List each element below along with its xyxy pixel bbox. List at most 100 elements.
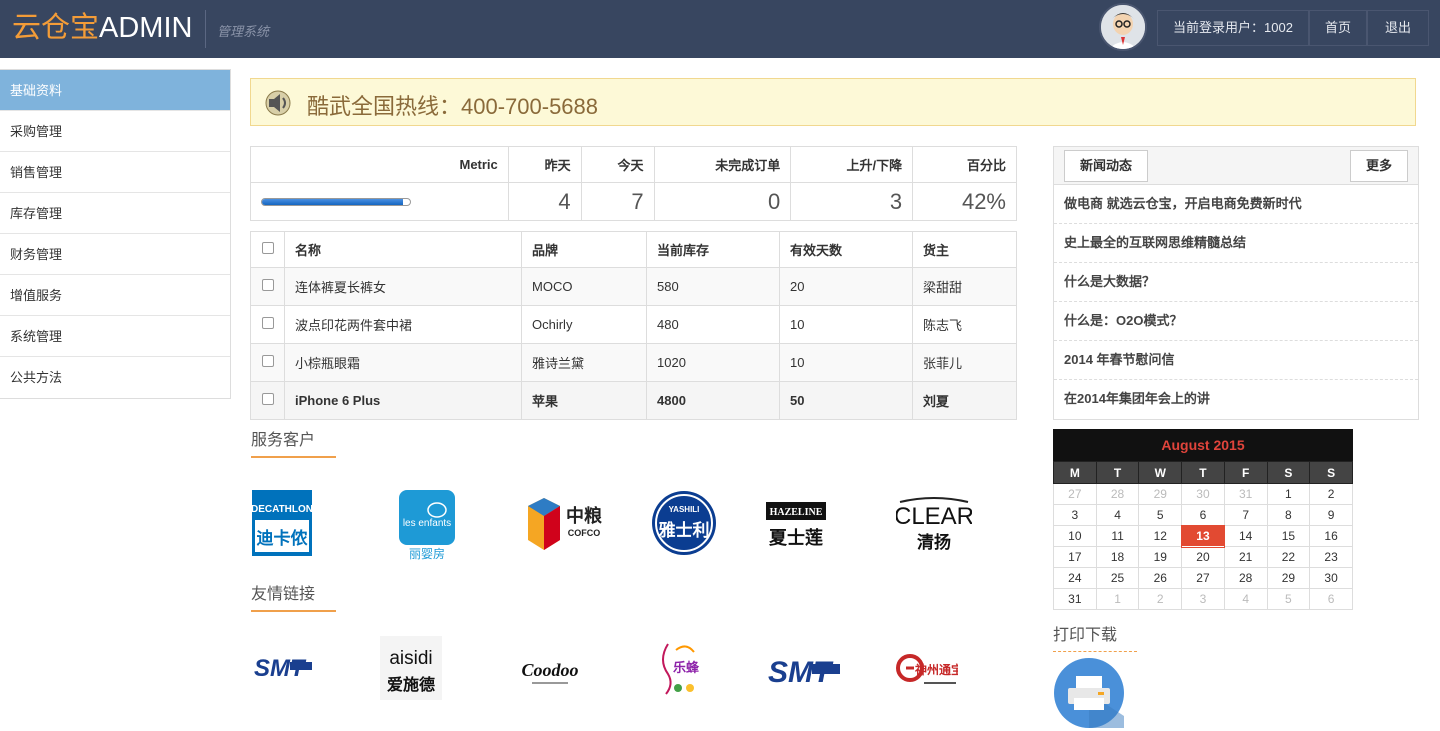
smt-logo-2[interactable]: SMT bbox=[766, 646, 842, 692]
lesenfants-logo[interactable]: les enfants 丽婴房 bbox=[399, 490, 455, 560]
calendar-day[interactable]: 21 bbox=[1223, 546, 1268, 568]
calendar-day[interactable]: 3 bbox=[1181, 588, 1225, 610]
calendar-day[interactable]: 5 bbox=[1266, 588, 1311, 610]
calendar-day[interactable]: 24 bbox=[1053, 567, 1097, 589]
calendar-day[interactable]: 11 bbox=[1095, 525, 1140, 547]
calendar-day[interactable]: 18 bbox=[1095, 546, 1140, 568]
calendar-day[interactable]: 31 bbox=[1053, 588, 1097, 610]
calendar-day[interactable]: 30 bbox=[1309, 567, 1353, 589]
sidebar-item-system[interactable]: 系统管理 bbox=[0, 316, 230, 357]
calendar-day[interactable]: 1 bbox=[1095, 588, 1140, 610]
table-row[interactable]: 波点印花两件套中裙 Ochirly 480 10 陈志飞 bbox=[250, 305, 1017, 344]
sidebar-item-sales[interactable]: 销售管理 bbox=[0, 152, 230, 193]
calendar-day[interactable]: 3 bbox=[1053, 504, 1097, 526]
news-item[interactable]: 史上最全的互联网思维精髓总结 bbox=[1054, 224, 1418, 263]
logout-link[interactable]: 退出 bbox=[1367, 10, 1429, 46]
row-checkbox[interactable] bbox=[261, 355, 274, 367]
col-brand: 品牌 bbox=[521, 231, 647, 268]
row-checkbox[interactable] bbox=[261, 279, 274, 291]
calendar-day[interactable]: 23 bbox=[1309, 546, 1353, 568]
cell-owner: 陈志飞 bbox=[912, 305, 1017, 344]
avatar[interactable] bbox=[1099, 3, 1147, 51]
calendar-day[interactable]: 19 bbox=[1138, 546, 1183, 568]
calendar-day[interactable]: 30 bbox=[1181, 483, 1225, 505]
calendar-day[interactable]: 28 bbox=[1223, 567, 1268, 589]
calendar-day[interactable]: 7 bbox=[1223, 504, 1268, 526]
calendar-day[interactable]: 10 bbox=[1053, 525, 1097, 547]
calendar-title[interactable]: August 2015 bbox=[1053, 429, 1353, 461]
calendar-day[interactable]: 28 bbox=[1095, 483, 1140, 505]
news-tab[interactable]: 新闻动态 bbox=[1064, 150, 1148, 182]
news-item[interactable]: 什么是：O2O模式？ bbox=[1054, 302, 1418, 341]
calendar-day[interactable]: 2 bbox=[1138, 588, 1183, 610]
calendar-day[interactable]: 26 bbox=[1138, 567, 1183, 589]
aisidi-en: aisidi bbox=[389, 648, 432, 669]
brand-logo[interactable]: 云仓宝ADMIN bbox=[12, 11, 192, 45]
sidebar-item-value-added[interactable]: 增值服务 bbox=[0, 275, 230, 316]
lefeng-logo[interactable]: 乐蜂 bbox=[656, 640, 708, 698]
news-item[interactable]: 做电商 就选云仓宝，开启电商免费新时代 bbox=[1054, 185, 1418, 224]
sidebar-item-common[interactable]: 公共方法 bbox=[0, 357, 230, 398]
select-all-cell bbox=[250, 231, 285, 268]
calendar-day[interactable]: 14 bbox=[1223, 525, 1268, 547]
cofco-logo[interactable]: 中粮 COFCO bbox=[524, 494, 606, 554]
yashili-logo[interactable]: YASHILI 雅士利 bbox=[651, 490, 717, 556]
metric-progress-cell bbox=[250, 182, 509, 221]
table-row[interactable]: iPhone 6 Plus 苹果 4800 50 刘夏 bbox=[250, 381, 1017, 420]
lefeng-logo-icon: 乐蜂 bbox=[662, 643, 700, 695]
calendar-day[interactable]: 1 bbox=[1266, 483, 1311, 505]
cell-brand: Ochirly bbox=[521, 305, 647, 344]
coodoo-logo[interactable]: Coodoo bbox=[522, 648, 578, 690]
news-item[interactable]: 什么是大数据？ bbox=[1054, 263, 1418, 302]
yashili-logo-icon: YASHILI 雅士利 bbox=[652, 491, 716, 555]
clear-logo[interactable]: CLEAR 清扬 bbox=[896, 496, 972, 554]
calendar-day[interactable]: 31 bbox=[1223, 483, 1268, 505]
calendar-day[interactable]: 13 bbox=[1180, 524, 1226, 548]
row-checkbox[interactable] bbox=[261, 317, 274, 329]
calendar-day[interactable]: 2 bbox=[1309, 483, 1353, 505]
sidebar-item-finance[interactable]: 财务管理 bbox=[0, 234, 230, 275]
print-title: 打印下载 bbox=[1053, 621, 1137, 652]
calendar-day[interactable]: 29 bbox=[1266, 567, 1311, 589]
calendar-day[interactable]: 17 bbox=[1053, 546, 1097, 568]
aisidi-logo[interactable]: aisidi 爱施德 bbox=[380, 636, 442, 700]
table-row[interactable]: 连体裤夏长裤女 MOCO 580 20 梁甜甜 bbox=[250, 267, 1017, 306]
sidebar-item-basic-data[interactable]: 基础资料 bbox=[0, 70, 230, 111]
calendar-day[interactable]: 6 bbox=[1309, 588, 1353, 610]
home-link[interactable]: 首页 bbox=[1309, 10, 1367, 46]
calendar-day[interactable]: 16 bbox=[1309, 525, 1353, 547]
calendar-day[interactable]: 29 bbox=[1138, 483, 1183, 505]
calendar-day[interactable]: 8 bbox=[1266, 504, 1311, 526]
more-button[interactable]: 更多 bbox=[1350, 150, 1408, 182]
calendar-day[interactable]: 15 bbox=[1266, 525, 1311, 547]
calendar-day[interactable]: 22 bbox=[1266, 546, 1311, 568]
product-table: 名称 品牌 当前库存 有效天数 货主 连体裤夏长裤女 MOCO 580 20 梁… bbox=[250, 231, 1017, 420]
hazeline-logo[interactable]: HAZELINE 夏士莲 bbox=[764, 496, 828, 550]
news-item[interactable]: 2014 年春节慰问信 bbox=[1054, 341, 1418, 380]
news-item[interactable]: 在2014年集团年会上的讲 bbox=[1054, 380, 1418, 419]
calendar-day[interactable]: 9 bbox=[1309, 504, 1353, 526]
smt-logo-1[interactable]: SMT bbox=[252, 646, 314, 690]
row-checkbox[interactable] bbox=[261, 393, 274, 405]
calendar-day[interactable]: 4 bbox=[1095, 504, 1140, 526]
calendar-day[interactable]: 27 bbox=[1053, 483, 1097, 505]
today-header: 今天 bbox=[580, 146, 655, 183]
calendar-day[interactable]: 20 bbox=[1181, 546, 1225, 568]
sidebar-item-purchase[interactable]: 采购管理 bbox=[0, 111, 230, 152]
hotline-banner: 酷武全国热线：400-700-5688 bbox=[250, 78, 1416, 126]
select-all-checkbox[interactable] bbox=[261, 242, 274, 254]
calendar-day[interactable]: 6 bbox=[1181, 504, 1225, 526]
sidebar-item-inventory[interactable]: 库存管理 bbox=[0, 193, 230, 234]
calendar-day[interactable]: 4 bbox=[1223, 588, 1268, 610]
calendar-day[interactable]: 12 bbox=[1138, 525, 1183, 547]
decathlon-logo[interactable]: DECATHLON 迪卡侬 bbox=[252, 490, 312, 556]
clear-en: CLEAR bbox=[896, 503, 972, 530]
table-row[interactable]: 小棕瓶眼霜 雅诗兰黛 1020 10 张菲儿 bbox=[250, 343, 1017, 382]
cell-name: 波点印花两件套中裙 bbox=[284, 305, 522, 344]
print-button[interactable] bbox=[1054, 658, 1124, 728]
shenzhoutongbao-logo[interactable]: 神州通宝 bbox=[896, 648, 958, 692]
today-value: 7 bbox=[580, 182, 655, 221]
calendar-day[interactable]: 27 bbox=[1181, 567, 1225, 589]
calendar-day[interactable]: 25 bbox=[1095, 567, 1140, 589]
calendar-day[interactable]: 5 bbox=[1138, 504, 1183, 526]
